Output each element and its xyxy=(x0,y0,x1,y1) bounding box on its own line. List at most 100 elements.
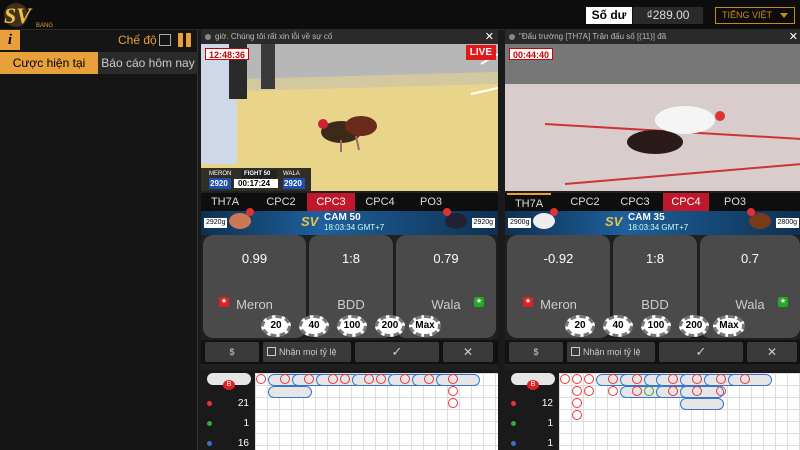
wala-odd: 0.79 xyxy=(433,251,459,266)
road-mark xyxy=(716,374,726,384)
meron-odd: -0.92 xyxy=(543,251,574,266)
match-time: 18:03:34 GMT+7 xyxy=(324,223,385,232)
chip-row: 20 40 100 200 Max xyxy=(261,315,441,337)
meron-odd: 0.99 xyxy=(241,251,268,266)
accept-all-checkbox[interactable] xyxy=(267,347,276,356)
score-counts: B 12 1 1 xyxy=(505,370,557,450)
hud-wala: WALA xyxy=(283,171,300,177)
road-mark xyxy=(448,386,458,396)
wallet-icon[interactable]: $ xyxy=(509,342,563,362)
match-banner: 2900g SV CAM 35 18:03:34 GMT+7 2800g xyxy=(505,208,800,235)
accept-all-label: Nhận mọi tỷ lệ xyxy=(279,347,337,357)
live-video[interactable]: 00:44:40 xyxy=(505,44,800,191)
road-mark xyxy=(728,374,772,386)
chip-max[interactable]: Max xyxy=(713,315,745,337)
sv-mark: SV xyxy=(605,214,623,229)
chip-20[interactable]: 20 xyxy=(261,315,291,337)
cam-label: CAM 50 xyxy=(324,212,361,223)
road-mark xyxy=(572,386,582,396)
scoreboard: B 21 1 16 xyxy=(201,370,498,450)
sv-logo[interactable]: SV BANG xyxy=(2,1,58,29)
hud-fight: FIGHT 50 xyxy=(244,171,271,177)
chip-row: 20 40 100 200 Max xyxy=(565,315,745,337)
live-video[interactable]: 12:48:36 LIVE FIGHT 50 MERON WALA 2920 0… xyxy=(201,44,498,191)
wala-weight: 2920g xyxy=(471,218,495,228)
chip-200[interactable]: 200 xyxy=(679,315,709,337)
tab-cpc4[interactable]: CPC4 xyxy=(663,193,709,211)
tab-cpc2[interactable]: CPC2 xyxy=(563,193,607,211)
tab-cpc4[interactable]: CPC4 xyxy=(359,193,401,211)
info-icon[interactable]: i xyxy=(0,30,20,50)
road-badge[interactable]: B xyxy=(207,373,251,390)
hud-meron-value: 2920 xyxy=(210,179,228,188)
road-grid xyxy=(255,373,498,450)
svg-text:BANG: BANG xyxy=(36,23,53,29)
panel-title: "Đấu trường [TH7A] Trận đấu số [(11)] đã xyxy=(519,32,667,41)
road-badge[interactable]: B xyxy=(511,373,555,390)
tab-cpc3[interactable]: CPC3 xyxy=(611,193,659,211)
accept-all-toggle[interactable]: Nhận mọi tỷ lệ xyxy=(263,342,351,362)
wala-label: Wala xyxy=(431,297,461,312)
road-grid xyxy=(559,373,800,450)
road-mark xyxy=(268,386,312,398)
road-mark xyxy=(376,374,386,384)
accept-all-toggle[interactable]: Nhận mọi tỷ lệ xyxy=(567,342,655,362)
arena-panel-1: giờ. Chúng tôi rất xin lỗi về sự cố ✕ 12… xyxy=(201,30,498,450)
fight-timer: 00:44:40 xyxy=(509,48,554,60)
tab-today-report[interactable]: Báo cáo hôm nay xyxy=(98,52,198,74)
match-time: 18:03:34 GMT+7 xyxy=(628,223,689,232)
close-icon[interactable]: ✕ xyxy=(485,30,494,44)
layout-toggle-icon[interactable] xyxy=(178,33,192,47)
rooster-right-icon xyxy=(747,208,771,229)
left-sidebar: i Chế độ Cược hiện tại Báo cáo hôm nay xyxy=(0,30,198,450)
rooster-left-icon xyxy=(533,208,558,229)
chip-40[interactable]: 40 xyxy=(299,315,329,337)
language-select[interactable]: TIẾNG VIỆT xyxy=(715,7,795,24)
notice-icon xyxy=(509,34,515,40)
chip-100[interactable]: 100 xyxy=(641,315,671,337)
accept-all-checkbox[interactable] xyxy=(571,347,580,356)
score-counts: B 21 1 16 xyxy=(201,370,253,450)
close-icon[interactable]: ✕ xyxy=(789,30,798,44)
cam-label: CAM 35 xyxy=(628,212,665,223)
cancel-button[interactable]: ✕ xyxy=(747,342,797,362)
road-mark xyxy=(448,374,458,384)
confirm-button[interactable]: ✓ xyxy=(659,342,743,362)
svg-text:SV: SV xyxy=(4,3,33,28)
road-mark xyxy=(668,374,678,384)
road-mark xyxy=(608,386,618,396)
wala-odd: 0.7 xyxy=(740,251,760,266)
confirm-button[interactable]: ✓ xyxy=(355,342,439,362)
fight-timer: 12:48:36 xyxy=(205,48,250,60)
meron-label: Meron xyxy=(540,297,577,312)
road-mark xyxy=(716,386,726,396)
hud-wala-value: 2920 xyxy=(284,179,302,188)
road-mark xyxy=(280,374,290,384)
road-mark xyxy=(668,386,678,396)
wallet-icon[interactable]: $ xyxy=(205,342,259,362)
road-mark xyxy=(740,374,750,384)
sv-mark: SV xyxy=(301,214,319,229)
chip-max[interactable]: Max xyxy=(409,315,441,337)
chip-40[interactable]: 40 xyxy=(603,315,633,337)
chip-20[interactable]: 20 xyxy=(565,315,595,337)
road-mark xyxy=(632,386,642,396)
road-mark xyxy=(340,374,350,384)
scoreboard: B 12 1 1 xyxy=(505,370,800,450)
action-bar: $ Nhận mọi tỷ lệ ✓ ✕ xyxy=(505,340,800,364)
cancel-button[interactable]: ✕ xyxy=(443,342,493,362)
chip-200[interactable]: 200 xyxy=(375,315,405,337)
chip-100[interactable]: 100 xyxy=(337,315,367,337)
road-mark xyxy=(644,386,654,396)
tab-cpc2[interactable]: CPC2 xyxy=(259,193,303,211)
tab-cpc3[interactable]: CPC3 xyxy=(307,193,355,211)
panel-title: giờ. Chúng tôi rất xin lỗi về sự cố xyxy=(215,32,333,41)
road-mark xyxy=(400,374,410,384)
road-mark xyxy=(608,374,618,384)
tab-current-bets[interactable]: Cược hiện tại xyxy=(0,52,98,74)
video-frame xyxy=(201,44,498,191)
action-bar: $ Nhận mọi tỷ lệ ✓ ✕ xyxy=(201,340,498,364)
mode-checkbox[interactable] xyxy=(159,34,171,46)
panel-title-bar: "Đấu trường [TH7A] Trận đấu số [(11)] đã… xyxy=(505,30,800,44)
arena-panel-2: "Đấu trường [TH7A] Trận đấu số [(11)] đã… xyxy=(505,30,800,450)
